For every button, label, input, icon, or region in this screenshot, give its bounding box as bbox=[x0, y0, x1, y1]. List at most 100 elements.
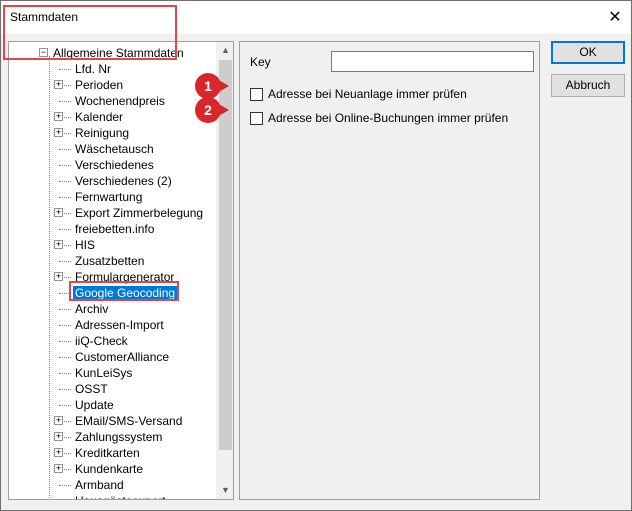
tree-item[interactable]: + Kreditkarten bbox=[54, 445, 142, 461]
highlight-box-google-geocoding bbox=[69, 281, 179, 301]
tree-item-label: Hausgästeexport bbox=[73, 494, 168, 499]
expand-icon[interactable]: + bbox=[54, 416, 63, 425]
tree-item-label: Update bbox=[75, 398, 114, 412]
tree-connector bbox=[59, 181, 71, 182]
expand-icon[interactable]: + bbox=[54, 80, 63, 89]
stammdaten-dialog: Stammdaten ✕ − Allgemeine Stammdaten Lfd… bbox=[0, 0, 632, 511]
tree-connector bbox=[59, 261, 71, 262]
tree-item[interactable]: + Export Zimmerbelegung bbox=[54, 205, 205, 221]
tree-item-label: Fernwartung bbox=[75, 190, 143, 204]
tree-item-label: Adressen-Import bbox=[75, 318, 164, 332]
tree-item[interactable]: + Kalender bbox=[54, 109, 125, 125]
expand-icon[interactable]: + bbox=[54, 128, 63, 137]
expand-icon[interactable]: + bbox=[54, 240, 63, 249]
tree-item[interactable]: OSST bbox=[59, 381, 110, 397]
settings-panel: Key Adresse bei Neuanlage immer prüfen A… bbox=[239, 41, 540, 500]
tree-item-label: Zahlungssystem bbox=[75, 430, 163, 444]
tree-connector bbox=[59, 229, 71, 230]
scrollbar-thumb[interactable] bbox=[219, 60, 232, 450]
key-input[interactable] bbox=[331, 51, 534, 72]
tree-item-label: Lfd. Nr bbox=[75, 62, 112, 76]
tree-item[interactable]: Fernwartung bbox=[59, 189, 144, 205]
expand-icon[interactable]: + bbox=[54, 112, 63, 121]
tree-item[interactable]: Wäschetausch bbox=[59, 141, 156, 157]
tree-item[interactable]: Lfd. Nr bbox=[59, 61, 113, 77]
tree-item[interactable]: Zusatzbetten bbox=[59, 253, 146, 269]
tree-item-label: iiQ-Check bbox=[75, 334, 128, 348]
annotation-badge-2: 2 bbox=[195, 97, 221, 123]
tree-connector bbox=[59, 69, 71, 70]
tree-item-label: Kreditkarten bbox=[75, 446, 140, 460]
key-label: Key bbox=[250, 55, 271, 69]
tree-item[interactable]: CustomerAlliance bbox=[59, 349, 171, 365]
expand-icon[interactable]: + bbox=[54, 432, 63, 441]
cancel-button[interactable]: Abbruch bbox=[551, 74, 625, 97]
tree-item-label: freiebetten.info bbox=[75, 222, 155, 236]
checkbox-online-booking-row[interactable]: Adresse bei Online-Buchungen immer prüfe… bbox=[250, 111, 508, 127]
expand-icon[interactable]: + bbox=[54, 208, 63, 217]
tree-item-label: Export Zimmerbelegung bbox=[75, 206, 204, 220]
checkbox-new-address-row[interactable]: Adresse bei Neuanlage immer prüfen bbox=[250, 87, 467, 103]
tree-item[interactable]: Wochenendpreis bbox=[59, 93, 167, 109]
tree-item-label: Archiv bbox=[75, 302, 109, 316]
expand-icon[interactable]: + bbox=[54, 272, 63, 281]
tree-connector bbox=[59, 165, 71, 166]
tree-connector bbox=[59, 309, 71, 310]
scroll-up-icon[interactable]: ▲ bbox=[217, 42, 233, 59]
expand-icon[interactable]: + bbox=[54, 464, 63, 473]
tree-item[interactable]: freiebetten.info bbox=[59, 221, 156, 237]
tree-item-label: Wäschetausch bbox=[75, 142, 154, 156]
tree-item[interactable]: + Reinigung bbox=[54, 125, 131, 141]
checkbox-online-booking-label: Adresse bei Online-Buchungen immer prüfe… bbox=[268, 111, 509, 125]
tree-item-label: KunLeiSys bbox=[75, 366, 133, 380]
tree-item-label: OSST bbox=[75, 382, 108, 396]
dialog-body: − Allgemeine Stammdaten Lfd. Nr + Perioden… bbox=[1, 34, 631, 510]
tree-connector bbox=[59, 405, 71, 406]
tree-item[interactable]: Verschiedenes bbox=[59, 157, 156, 173]
highlight-box-title bbox=[3, 5, 177, 60]
scroll-down-icon[interactable]: ▼ bbox=[217, 482, 233, 499]
tree-item[interactable]: Hausgästeexport bbox=[73, 493, 168, 499]
tree-item[interactable]: + Zahlungssystem bbox=[54, 429, 164, 445]
tree-item-label: HIS bbox=[75, 238, 96, 252]
tree-item[interactable]: + EMail/SMS-Versand bbox=[54, 413, 184, 429]
tree-connector bbox=[59, 485, 71, 486]
tree-item[interactable]: Armband bbox=[59, 477, 126, 493]
tree-connector bbox=[59, 197, 71, 198]
close-icon[interactable]: ✕ bbox=[605, 7, 625, 27]
annotation-badge-1: 1 bbox=[195, 73, 221, 99]
tree-connector bbox=[59, 341, 71, 342]
tree-content: − Allgemeine Stammdaten Lfd. Nr + Perioden… bbox=[9, 42, 217, 499]
expand-icon[interactable]: + bbox=[54, 448, 63, 457]
tree-item[interactable]: Verschiedenes (2) bbox=[59, 173, 174, 189]
tree-item-label: EMail/SMS-Versand bbox=[75, 414, 183, 428]
tree-connector bbox=[59, 149, 71, 150]
tree-item-label: Verschiedenes (2) bbox=[75, 174, 172, 188]
tree-item-label: CustomerAlliance bbox=[75, 350, 170, 364]
tree-item[interactable]: Adressen-Import bbox=[59, 317, 166, 333]
tree-item-label: Zusatzbetten bbox=[75, 254, 145, 268]
tree-item-label: Perioden bbox=[75, 78, 124, 92]
tree-item[interactable]: + Perioden bbox=[54, 77, 125, 93]
tree-connector bbox=[59, 389, 71, 390]
tree-item[interactable]: iiQ-Check bbox=[59, 333, 130, 349]
tree-item-label: Kundenkarte bbox=[75, 462, 144, 476]
ok-button[interactable]: OK bbox=[551, 41, 625, 64]
tree-item-label: Verschiedenes bbox=[75, 158, 154, 172]
tree-item[interactable]: Update bbox=[59, 397, 116, 413]
checkbox-online-booking[interactable] bbox=[250, 112, 263, 126]
tree-connector bbox=[59, 101, 71, 102]
tree-item-label: Armband bbox=[75, 478, 124, 492]
tree-item-label: Reinigung bbox=[75, 126, 130, 140]
tree-item-label: Wochenendpreis bbox=[75, 94, 165, 108]
tree-item[interactable]: Archiv bbox=[59, 301, 110, 317]
checkbox-new-address[interactable] bbox=[250, 88, 263, 102]
tree-item[interactable]: KunLeiSys bbox=[59, 365, 134, 381]
tree-item[interactable]: + Kundenkarte bbox=[54, 461, 145, 477]
tree-guide-line bbox=[49, 56, 50, 499]
tree-item-label: Kalender bbox=[75, 110, 124, 124]
tree-connector bbox=[59, 325, 71, 326]
tree-item[interactable]: + HIS bbox=[54, 237, 97, 253]
tree-connector bbox=[59, 373, 71, 374]
checkbox-new-address-label: Adresse bei Neuanlage immer prüfen bbox=[268, 87, 467, 101]
